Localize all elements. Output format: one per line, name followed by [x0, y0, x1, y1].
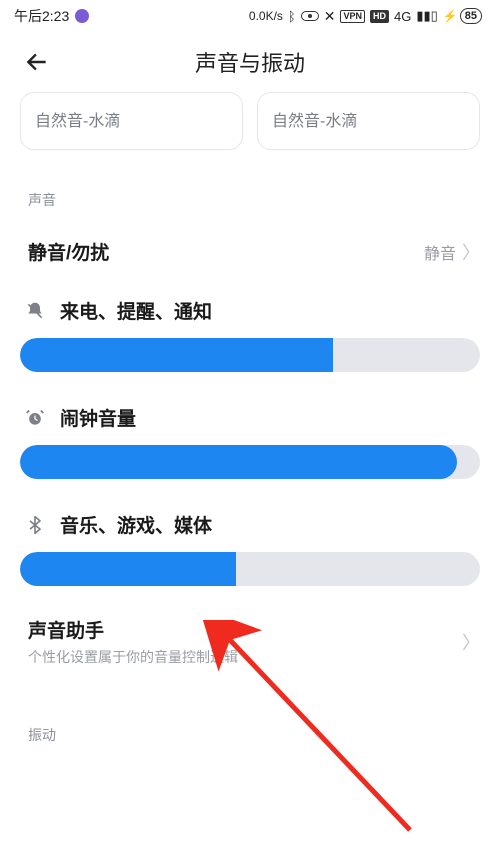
page-header: 声音与振动: [0, 32, 500, 92]
status-bar: 午后2:23 0.0K/s ᛒ ✕ VPN HD 4G ▮▮▯ ⚡ 85: [0, 0, 500, 32]
status-time: 午后2:23: [14, 6, 69, 26]
sound-assistant-title: 声音助手: [28, 616, 238, 643]
slider-alarm-fill: [20, 445, 457, 479]
signal-icon: ▮▮▯: [416, 8, 437, 24]
slider-group-media: 音乐、游戏、媒体: [0, 497, 500, 594]
slider-ring-label: 来电、提醒、通知: [60, 297, 212, 324]
slider-media[interactable]: [20, 552, 480, 586]
ringtone-card-right-label: 自然音-水滴: [272, 107, 465, 131]
status-bar-left: 午后2:23: [14, 6, 89, 26]
slider-group-ring: 来电、提醒、通知: [0, 283, 500, 380]
network-type: 4G: [394, 9, 411, 24]
slider-ring-fill: [20, 338, 333, 372]
arrow-left-icon: [24, 49, 50, 75]
bluetooth-media-icon: [24, 514, 46, 536]
slider-media-fill: [20, 552, 236, 586]
ringtone-cards-row: 自然音-水滴 自然音-水滴: [0, 92, 500, 168]
bell-off-icon: [24, 300, 46, 322]
chevron-right-icon: 〉: [462, 239, 480, 265]
row-sound-assistant[interactable]: 声音助手 个性化设置属于你的音量控制逻辑 〉: [0, 594, 500, 677]
section-label-vibration: 振动: [0, 677, 500, 755]
battery-text: 85: [465, 9, 477, 23]
row-silent-dnd-title: 静音/勿扰: [28, 238, 109, 265]
row-silent-dnd[interactable]: 静音/勿扰 静音 〉: [0, 220, 500, 283]
ringtone-card-right[interactable]: 自然音-水滴: [257, 92, 480, 150]
ringtone-card-left-label: 自然音-水滴: [35, 107, 228, 131]
slider-group-alarm: 闹钟音量: [0, 390, 500, 487]
status-net-speed: 0.0K/s: [249, 9, 283, 23]
vpn-badge: VPN: [340, 10, 365, 23]
row-silent-dnd-right: 静音 〉: [424, 239, 480, 265]
row-silent-dnd-value: 静音: [424, 240, 456, 264]
slider-ring[interactable]: [20, 338, 480, 372]
bluetooth-icon: ᛒ: [288, 9, 296, 24]
page-title: 声音与振动: [195, 46, 305, 78]
back-button[interactable]: [22, 47, 52, 77]
section-label-sound: 声音: [0, 168, 500, 220]
ai-icon: [75, 9, 89, 23]
battery-indicator: ⚡ 85: [443, 8, 482, 24]
alarm-clock-icon: [24, 407, 46, 429]
chevron-right-icon: 〉: [462, 629, 480, 655]
eye-care-icon: [301, 11, 319, 21]
ringtone-card-left[interactable]: 自然音-水滴: [20, 92, 243, 150]
status-bar-right: 0.0K/s ᛒ ✕ VPN HD 4G ▮▮▯ ⚡ 85: [249, 8, 482, 25]
hd-badge: HD: [370, 10, 389, 23]
sound-assistant-subtitle: 个性化设置属于你的音量控制逻辑: [28, 647, 238, 667]
slider-alarm-label: 闹钟音量: [60, 404, 136, 431]
slider-media-label: 音乐、游戏、媒体: [60, 511, 212, 538]
vibrate-mute-icon: ✕: [324, 8, 336, 25]
slider-alarm[interactable]: [20, 445, 480, 479]
